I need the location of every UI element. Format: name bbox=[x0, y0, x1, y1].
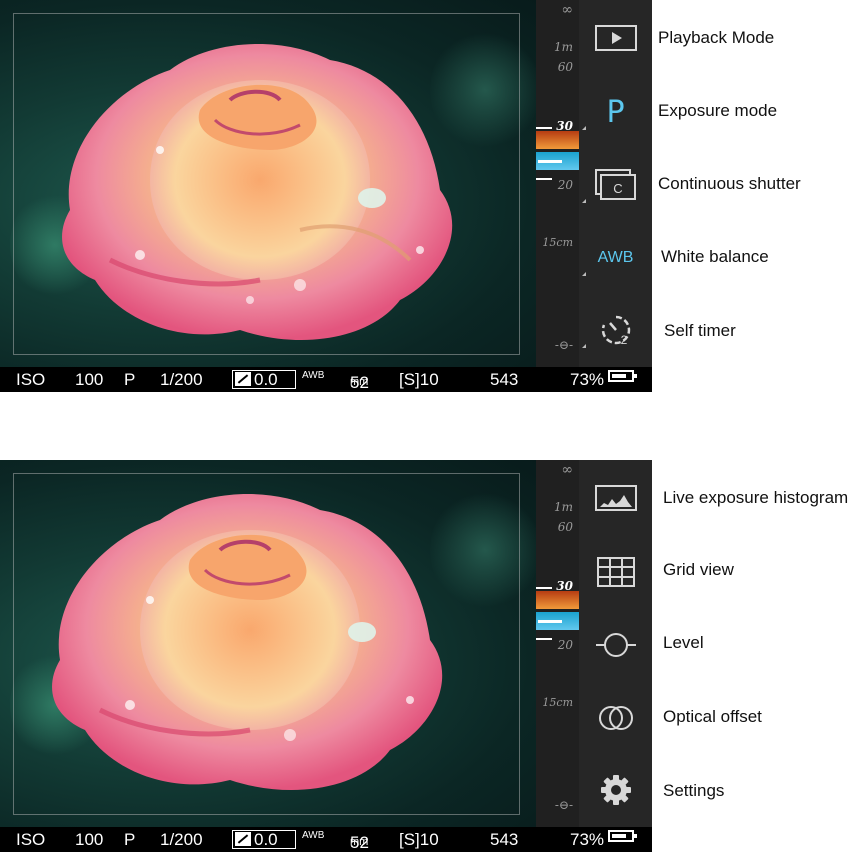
svg-text:C: C bbox=[613, 181, 622, 196]
scale-60: 60 bbox=[557, 520, 573, 534]
mode-value: P bbox=[124, 830, 136, 849]
grid-view-button[interactable] bbox=[579, 542, 652, 602]
settings-button[interactable] bbox=[579, 760, 652, 820]
battery-percent: 73% bbox=[570, 370, 605, 389]
label-self-timer: Self timer bbox=[664, 321, 736, 340]
label-exposure: Exposure mode bbox=[658, 101, 778, 120]
exposure-mode-button[interactable]: P bbox=[579, 82, 652, 142]
toolbar-bottom bbox=[579, 460, 652, 827]
frame-guide bbox=[13, 13, 520, 355]
histogram-icon bbox=[594, 485, 637, 511]
status-bar: ISO 100 P 1/200 0.0 AWB 52 mm [S]10 543 7… bbox=[0, 827, 652, 852]
shutter-value: 1/200 bbox=[160, 370, 203, 389]
label-histogram: Live exposure histogram bbox=[663, 488, 849, 507]
iso-label: ISO bbox=[16, 370, 46, 389]
label-white-balance: White balance bbox=[661, 247, 769, 266]
scale-20: 20 bbox=[557, 638, 573, 652]
shots-remaining: 543 bbox=[490, 830, 519, 849]
continuous-shutter-icon: C bbox=[594, 169, 636, 200]
scale-20: 20 bbox=[557, 178, 573, 192]
iso-value: 100 bbox=[75, 830, 104, 849]
gear-icon bbox=[600, 775, 631, 805]
focus-distance-scale[interactable]: ∞ 1m 60 30 20 15cm -⊖- bbox=[536, 0, 579, 367]
ev-value: 0.0 bbox=[254, 830, 278, 849]
playback-button[interactable] bbox=[579, 8, 652, 68]
wb-value: AWB bbox=[302, 370, 325, 381]
battery-percent: 73% bbox=[570, 830, 605, 849]
play-icon bbox=[594, 25, 637, 51]
iso-label: ISO bbox=[16, 830, 46, 849]
self-timer-button[interactable]: 2 bbox=[579, 300, 652, 360]
mode-value: P bbox=[124, 370, 136, 389]
camera-screen-bottom: ∞ 1m 60 30 20 15cm -⊖- ISO 100 P 1/200 0… bbox=[0, 460, 652, 852]
depth-band-far bbox=[536, 591, 579, 609]
camera-screen-top: ∞ 1m 60 30 20 15cm -⊖- P C AWB 2 ISO 100… bbox=[0, 0, 652, 392]
label-grid: Grid view bbox=[663, 560, 734, 579]
toolbar-top: P C AWB 2 bbox=[579, 0, 652, 367]
shutter-value: 1/200 bbox=[160, 830, 203, 849]
self-timer-icon: 2 bbox=[601, 315, 630, 347]
shots-remaining: 543 bbox=[490, 370, 519, 389]
ev-value: 0.0 bbox=[254, 370, 278, 389]
scale-min: -⊖- bbox=[554, 338, 573, 352]
status-bar: ISO 100 P 1/200 0.0 AWB 52 mm [S]10 543 7… bbox=[0, 367, 652, 392]
white-balance-button[interactable]: AWB bbox=[579, 228, 652, 288]
label-settings: Settings bbox=[663, 781, 725, 800]
scale-infinity: ∞ bbox=[561, 2, 573, 18]
focal-length: 52 mm bbox=[350, 833, 369, 852]
scale-15cm: 15cm bbox=[542, 236, 573, 249]
label-level: Level bbox=[663, 633, 704, 652]
label-playback: Playback Mode bbox=[658, 28, 775, 47]
burst-value: [S]10 bbox=[399, 830, 439, 849]
label-continuous: Continuous shutter bbox=[658, 174, 801, 193]
histogram-button[interactable] bbox=[579, 468, 652, 528]
scale-60: 60 bbox=[557, 60, 573, 74]
grid-icon bbox=[596, 557, 635, 587]
depth-band-far bbox=[536, 131, 579, 149]
scale-min: -⊖- bbox=[554, 798, 573, 812]
battery-icon bbox=[608, 830, 637, 842]
scale-infinity: ∞ bbox=[561, 462, 573, 478]
continuous-shutter-button[interactable]: C bbox=[579, 155, 652, 215]
burst-value: [S]10 bbox=[399, 370, 439, 389]
white-balance-value: AWB bbox=[597, 249, 634, 266]
level-button[interactable] bbox=[579, 615, 652, 675]
scale-15cm: 15cm bbox=[542, 696, 573, 709]
exposure-mode-value: P bbox=[606, 94, 625, 130]
battery-icon bbox=[608, 370, 637, 382]
wb-value: AWB bbox=[302, 830, 325, 841]
iso-value: 100 bbox=[75, 370, 104, 389]
ev-icon bbox=[235, 372, 251, 386]
scale-1m: 1m bbox=[553, 500, 573, 514]
viewfinder[interactable] bbox=[0, 0, 536, 367]
focal-length: 52 mm bbox=[350, 373, 369, 392]
label-optical-offset: Optical offset bbox=[663, 707, 762, 726]
focus-distance-scale[interactable]: ∞ 1m 60 30 20 15cm -⊖- bbox=[536, 460, 579, 827]
level-icon bbox=[595, 633, 636, 657]
optical-offset-icon bbox=[598, 706, 633, 730]
svg-text:2: 2 bbox=[620, 333, 627, 347]
scale-1m: 1m bbox=[553, 40, 573, 54]
optical-offset-button[interactable] bbox=[579, 688, 652, 748]
frame-guide bbox=[13, 473, 520, 815]
ev-icon bbox=[235, 832, 251, 846]
viewfinder[interactable] bbox=[0, 460, 536, 827]
